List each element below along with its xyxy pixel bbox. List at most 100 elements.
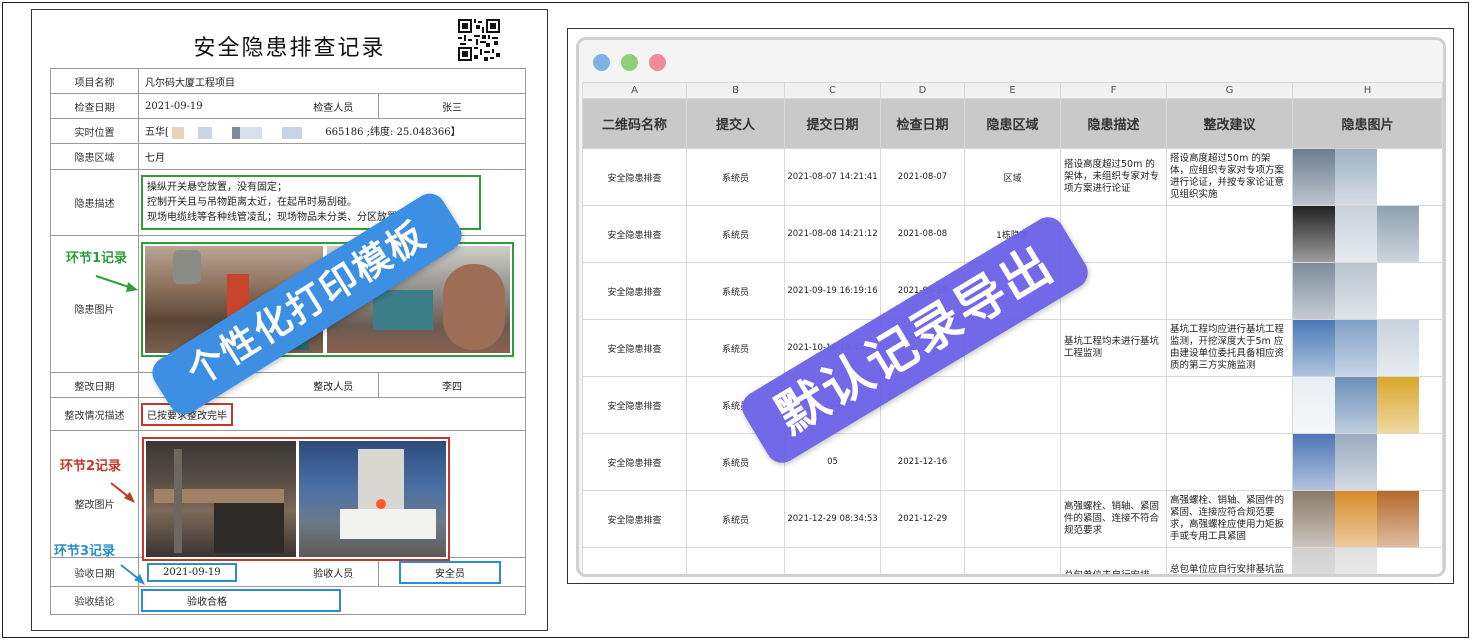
photo-thumbnail[interactable] [1335,206,1377,262]
photo-thumbnail[interactable] [1377,320,1419,376]
cell-photo[interactable] [1292,547,1443,574]
cell-desc[interactable]: 高强螺栓、销轴、紧固件的紧固、连接不符合规范要求 [1060,490,1167,548]
table-row: 安全隐患排查系统员202 [582,376,1443,434]
cell-submitter[interactable]: 系统员 [686,490,785,548]
window-dot-blue[interactable] [593,54,610,71]
cell-name[interactable] [582,547,687,574]
cell-advice[interactable] [1166,433,1293,491]
photo-thumbnail[interactable] [1335,377,1377,433]
photo-thumbnail[interactable] [1293,149,1335,205]
cell-advice[interactable]: 搭设高度超过50m 的架体，应组织专家对专项方案进行论证，并按专家论证意见组织实… [1166,148,1293,206]
photo-thumbnail[interactable] [1335,548,1377,574]
header-cell[interactable]: 整改建议 [1166,98,1293,149]
cell-area[interactable] [964,547,1061,574]
photo-thumbnails [1293,491,1442,547]
photo-thumbnail[interactable] [1377,206,1419,262]
label-acceptor: 验收人员 [288,557,379,587]
cell-check-date[interactable]: 2021-08-08 [880,205,965,263]
header-cell[interactable]: 隐患描述 [1060,98,1167,149]
photo-thumbnail[interactable] [1293,377,1335,433]
location-redacted [172,126,323,139]
cell-submitter[interactable]: 系统员 [686,319,785,377]
photo-thumbnail[interactable] [1293,548,1335,574]
photo-thumbnail[interactable] [1377,491,1419,547]
column-letter[interactable]: H [1292,82,1443,99]
header-cell[interactable]: 检查日期 [880,98,965,149]
column-letter[interactable]: A [582,82,687,99]
photo-thumbnail[interactable] [1293,206,1335,262]
cell-photo[interactable] [1292,319,1443,377]
cell-desc[interactable]: 搭设高度超过50m 的架体，未组织专家对专项方案进行论证 [1060,148,1167,206]
cell-submit-date[interactable]: 2021-08-07 14:21:41 [784,148,881,206]
column-letter[interactable]: C [784,82,881,99]
header-cell[interactable]: 提交人 [686,98,785,149]
header-cell[interactable]: 二维码名称 [582,98,687,149]
column-letter[interactable]: D [880,82,965,99]
window-dot-green[interactable] [621,54,638,71]
cell-name[interactable]: 安全隐患排查 [582,148,687,206]
cell-name[interactable]: 安全隐患排查 [582,319,687,377]
cell-photo[interactable] [1292,376,1443,434]
cell-desc[interactable]: 总包单位未自行安排 [1060,547,1167,574]
photo-thumbnail[interactable] [1293,320,1335,376]
cell-submitter[interactable] [686,547,785,574]
cell-name[interactable]: 安全隐患排查 [582,433,687,491]
cell-submit-date[interactable]: 2021-09-19 16:19:16 [784,262,881,320]
window-dot-red[interactable] [649,54,666,71]
cell-check-date[interactable]: 2021-12-29 [880,490,965,548]
cell-name[interactable]: 安全隐患排查 [582,262,687,320]
photo-thumbnail[interactable] [1377,377,1419,433]
photo-thumbnail[interactable] [1335,320,1377,376]
cell-submitter[interactable]: 系统员 [686,262,785,320]
cell-name[interactable]: 安全隐患排查 [582,205,687,263]
cell-submit-date[interactable]: 2021-12-29 08:34:53 [784,490,881,548]
cell-photo[interactable] [1292,490,1443,548]
cell-area[interactable] [964,376,1061,434]
cell-advice[interactable] [1166,262,1293,320]
cell-name[interactable]: 安全隐患排查 [582,490,687,548]
photo-thumbnail[interactable] [1293,434,1335,490]
cell-desc[interactable] [1060,376,1167,434]
photo-thumbnail[interactable] [1335,491,1377,547]
header-cell[interactable]: 提交日期 [784,98,881,149]
cell-photo[interactable] [1292,205,1443,263]
header-cell[interactable]: 隐患图片 [1292,98,1443,149]
cell-desc[interactable]: 基坑工程均未进行基坑工程监测 [1060,319,1167,377]
table-row: 安全隐患排查系统员2021-10-10 18:47:13基坑工程均未进行基坑工程… [582,319,1443,377]
cell-submitter[interactable]: 系统员 [686,205,785,263]
annotation-step3: 环节3记录 [54,544,116,559]
label-conclusion: 验收结论 [50,586,139,615]
column-letter[interactable]: B [686,82,785,99]
photo-thumbnail[interactable] [1293,491,1335,547]
column-letter[interactable]: E [964,82,1061,99]
cell-area[interactable] [964,433,1061,491]
cell-desc[interactable] [1060,433,1167,491]
cell-area[interactable]: 区域 [964,148,1061,206]
qr-code-icon [458,19,500,61]
location-suffix: 665186 ;纬度: 25.048366】 [325,127,461,139]
cell-advice[interactable] [1166,376,1293,434]
cell-check-date[interactable] [880,547,965,574]
photo-thumbnail[interactable] [1293,263,1335,319]
blue-arrow-icon [120,564,145,585]
cell-advice[interactable]: 总包单位应自行安排基坑监测工作，并与第三方监 [1166,547,1293,574]
cell-photo[interactable] [1292,148,1443,206]
cell-check-date[interactable]: 2021-08-07 [880,148,965,206]
column-letter[interactable]: F [1060,82,1167,99]
cell-photo[interactable] [1292,433,1443,491]
cell-advice[interactable]: 高强螺栓、销轴、紧固件的紧固、连接应符合规范要求，高强螺栓应使用力矩扳手或专用工… [1166,490,1293,548]
cell-area[interactable] [964,490,1061,548]
cell-submitter[interactable]: 系统员 [686,148,785,206]
cell-photo[interactable] [1292,262,1443,320]
photo-thumbnail[interactable] [1335,149,1377,205]
cell-advice[interactable]: 基坑工程均应进行基坑工程监测，开挖深度大于5m 应由建设单位委托具备相应资质的第… [1166,319,1293,377]
column-letter[interactable]: G [1166,82,1293,99]
cell-advice[interactable] [1166,205,1293,263]
cell-submit-date[interactable] [784,547,881,574]
cell-name[interactable]: 安全隐患排查 [582,376,687,434]
cell-submit-date[interactable]: 2021-08-08 14:21:12 [784,205,881,263]
photo-thumbnail[interactable] [1335,434,1377,490]
header-cell[interactable]: 隐患区域 [964,98,1061,149]
cell-check-date[interactable]: 2021-12-16 [880,433,965,491]
photo-thumbnail[interactable] [1335,263,1377,319]
